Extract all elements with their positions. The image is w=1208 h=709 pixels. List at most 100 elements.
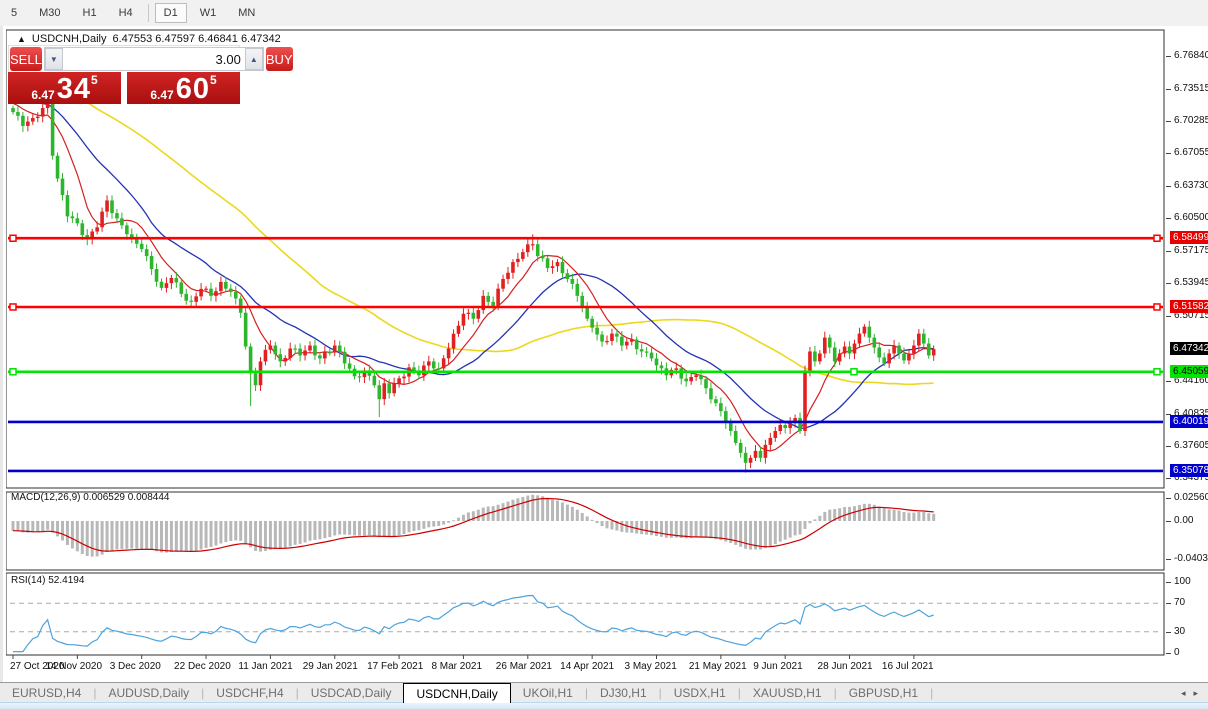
buy-price-prefix: 6.47: [150, 88, 174, 102]
axis-tick: [1166, 582, 1171, 583]
chart-tab-ukoil[interactable]: UKOil,H1: [511, 683, 585, 703]
date-axis-label: 8 Mar 2021: [431, 661, 483, 672]
timeframe-button-5[interactable]: 5: [2, 3, 26, 23]
date-axis-label: 26 Mar 2021: [495, 661, 552, 672]
axis-label: 6.35078: [1170, 463, 1208, 477]
axis-tick: [1166, 477, 1171, 479]
axis-tick: [1166, 498, 1171, 499]
sell-price-box[interactable]: 6.47 34 5: [8, 72, 121, 104]
axis-tick: [1166, 121, 1171, 123]
chart-ohlc-header: ▲ USDCNH,Daily 6.47553 6.47597 6.46841 6…: [13, 32, 285, 46]
axis-tick: [1166, 315, 1171, 317]
axis-tick: [1166, 631, 1171, 633]
date-axis-label: 22 Dec 2020: [174, 661, 231, 672]
axis-label: 0: [1174, 647, 1180, 658]
timeframe-button-h4[interactable]: H4: [110, 3, 142, 23]
date-axis-label: 3 May 2021: [624, 661, 677, 672]
tab-scroll-right-icon[interactable]: ▸: [1193, 688, 1198, 699]
axis-tick: [1166, 56, 1171, 57]
buy-price-big: 60: [175, 73, 210, 105]
axis-tick: [1166, 445, 1171, 447]
status-strip: [0, 702, 1208, 709]
axis-tick: [1166, 380, 1171, 382]
chart-tab-eurusd[interactable]: EURUSD,H4: [0, 683, 93, 703]
chart-tab-dj30[interactable]: DJ30,H1: [588, 683, 659, 703]
axis-tick: [1166, 218, 1171, 220]
axis-label: 6.45059: [1170, 364, 1208, 378]
date-axis-label: 9 Jun 2021: [753, 661, 803, 672]
volume-input[interactable]: [62, 48, 245, 70]
volume-increase-button[interactable]: ▲: [244, 48, 263, 70]
timeframe-button-mn[interactable]: MN: [229, 3, 264, 23]
axis-tick: [1166, 521, 1171, 522]
buy-button[interactable]: BUY: [265, 47, 293, 71]
price-chart-canvas: [6, 29, 1165, 659]
date-axis-label: 17 Feb 2021: [367, 661, 424, 672]
axis-label: 0.025609: [1174, 492, 1208, 503]
date-axis-label: 28 Jun 2021: [817, 661, 873, 672]
axis-label: 6.53945: [1174, 277, 1208, 289]
chart-tabbar: EURUSD,H4 | AUDUSD,Daily | USDCHF,H4 | USDCAD,…: [0, 682, 1208, 703]
sell-price-prefix: 6.47: [31, 88, 55, 102]
timeframe-toolbar: 5 M30 H1 H4 D1 W1 MN: [0, 0, 1208, 27]
axis-label: 6.63730: [1174, 180, 1208, 192]
collapse-panel-icon[interactable]: ▲: [17, 34, 26, 44]
chart-tab-usdcnh[interactable]: USDCNH,Daily: [403, 683, 511, 703]
timeframe-button-h1[interactable]: H1: [74, 3, 106, 23]
date-axis-label: 14 Apr 2021: [560, 661, 615, 672]
chart-tab-usdx[interactable]: USDX,H1: [662, 683, 738, 703]
axis-label: 0.00: [1174, 515, 1194, 526]
trading-app-window: 5 M30 H1 H4 D1 W1 MN ▲ USDCNH,Daily 6.47553 6.…: [0, 0, 1208, 709]
axis-label: 6.60500: [1174, 212, 1208, 224]
date-axis-label: 11 Jan 2021: [238, 661, 293, 672]
chart-tab-gbpusd[interactable]: GBPUSD,H1: [837, 683, 930, 703]
axis-label: 6.73515: [1174, 83, 1208, 95]
volume-decrease-button[interactable]: ▼: [44, 48, 63, 70]
axis-label: 6.58499: [1170, 231, 1208, 245]
axis-label: -0.04038: [1174, 552, 1208, 564]
trade-controls-row: SELL ▼ ▲ BUY: [8, 45, 293, 72]
chart-tab-audusd[interactable]: AUDUSD,Daily: [96, 683, 201, 703]
sell-button[interactable]: SELL: [10, 47, 42, 71]
date-axis-label: 29 Jan 2021: [302, 661, 358, 672]
axis-label: 6.76840: [1174, 50, 1208, 61]
timeframe-button-m30[interactable]: M30: [30, 3, 69, 23]
buy-price-sup: 5: [209, 73, 217, 87]
rsi-indicator-label: RSI(14) 52.4194: [11, 575, 85, 586]
axis-label: 6.37605: [1174, 439, 1208, 451]
date-axis-label: 21 May 2021: [688, 661, 747, 672]
chart-tab-xauusd[interactable]: XAUUSD,H1: [741, 683, 834, 703]
toolbar-separator: [147, 4, 149, 22]
axis-tick: [1166, 153, 1171, 155]
sell-price-big: 34: [56, 73, 91, 105]
price-axis: 6.76840 6.73515 6.70285 6.67055 6.63730 6.605…: [1166, 26, 1208, 682]
tab-separator: |: [930, 686, 934, 700]
axis-tick: [1166, 558, 1171, 560]
axis-label: 6.40019: [1170, 414, 1208, 428]
date-axis: 27 Oct 2020 14 Nov 2020 3 Dec 2020 22 Dec 2…: [6, 657, 1166, 677]
chart-tab-usdchf[interactable]: USDCHF,H4: [204, 683, 295, 703]
buy-price-box[interactable]: 6.47 60 5: [127, 72, 240, 104]
axis-tick: [1166, 603, 1171, 605]
date-axis-label: 16 Jul 2021: [881, 661, 934, 672]
axis-label: 6.67055: [1174, 147, 1208, 159]
chart-symbol-label: USDCNH,Daily: [31, 33, 107, 45]
axis-tick: [1166, 186, 1171, 188]
chart-tab-usdcad[interactable]: USDCAD,Daily: [299, 683, 404, 703]
axis-tick: [1166, 251, 1171, 253]
trade-prices-row: 6.47 34 5 6.47 60 5: [8, 72, 240, 104]
chart-ohlc-values: 6.47553 6.47597 6.46841 6.47342: [112, 33, 281, 45]
volume-box: ▼ ▲: [43, 47, 264, 71]
axis-tick: [1166, 653, 1171, 654]
one-click-trade-panel: SELL ▼ ▲ BUY 6.47 34 5 6.47 60 5: [8, 45, 293, 104]
tab-scroll-left-icon[interactable]: ◂: [1181, 688, 1186, 699]
timeframe-button-d1[interactable]: D1: [154, 3, 187, 23]
axis-label: 70: [1174, 597, 1186, 609]
axis-label: 30: [1174, 625, 1186, 637]
axis-label: 6.47342: [1170, 342, 1208, 356]
axis-tick: [1166, 89, 1171, 91]
axis-label: 100: [1174, 576, 1191, 587]
axis-label: 6.70285: [1174, 115, 1208, 127]
date-axis-label: 14 Nov 2020: [45, 661, 103, 672]
timeframe-button-w1[interactable]: W1: [191, 3, 226, 23]
